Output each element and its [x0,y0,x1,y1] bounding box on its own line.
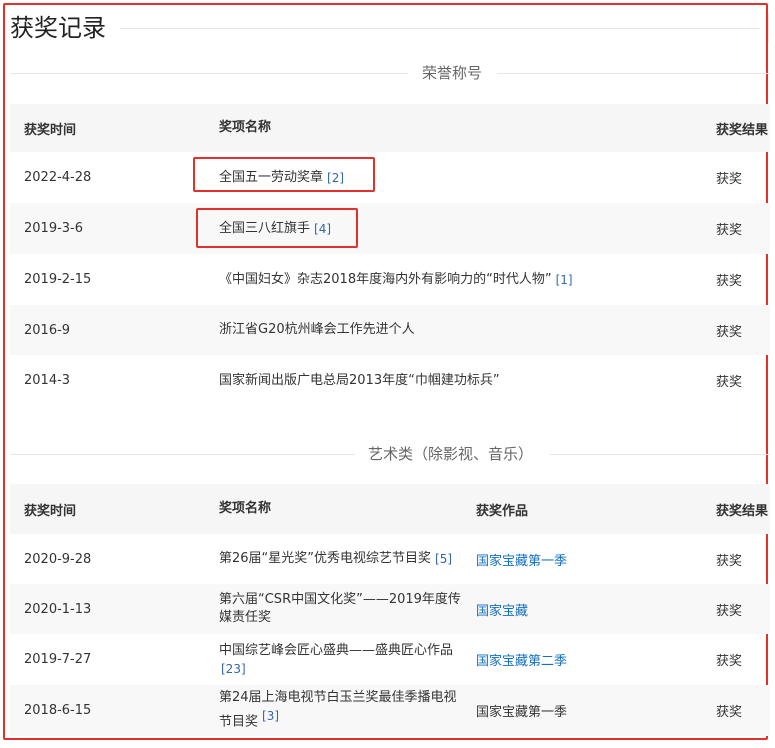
row-date: 2020-1-13 [24,601,92,617]
section-heading-arts: 艺术类（除影视、音乐） [10,443,770,465]
work-link[interactable]: 国家宝藏第一季 [476,534,696,584]
citation-link[interactable]: [4] [314,220,331,238]
row-name: 第24届上海电视节白玉兰奖最佳季播电视节目奖 [3] [219,690,457,730]
row-date: 2019-7-27 [24,652,92,667]
table-row: 2022-4-28 全国五一劳动奖章 [2] 获奖 [10,152,770,203]
row-result: 获奖 [716,603,743,619]
column-header-name: 奖项名称 [219,120,272,135]
citation-link[interactable]: [3] [262,709,279,723]
page-title: 获奖记录 [10,14,106,42]
title-bar: 获奖记录 [10,10,770,50]
section-heading-label: 荣誉称号 [422,64,483,82]
work-link[interactable]: 国家宝藏 [476,584,696,634]
section-heading-honors: 荣誉称号 [10,62,770,84]
row-name: 第六届“CSR中国文化奖”——2019年度传媒责任奖 [219,592,461,625]
column-header-name: 奖项名称 [219,501,272,516]
row-date: 2019-2-15 [24,272,92,287]
table-row: 2018-6-15 第24届上海电视节白玉兰奖最佳季播电视节目奖 [3] 国家宝藏… [10,685,770,736]
work-text: 国家宝藏第一季 [476,705,568,720]
row-date: 2019-3-6 [24,221,84,236]
column-header-date: 获奖时间 [24,503,77,519]
column-header-date: 获奖时间 [24,122,77,138]
row-result: 获奖 [716,223,743,238]
row-name: 第26届“星光奖”优秀电视综艺节目奖 [5] [219,550,453,568]
title-divider [120,28,760,29]
row-result: 获奖 [716,274,743,289]
work-link[interactable]: 国家宝藏第二季 [476,634,696,685]
row-date: 2022-4-28 [24,170,92,185]
table-row: 2019-7-27 中国综艺峰会匠心盛典——盛典匠心作品 [23] 国家宝藏第二季… [10,634,770,685]
table-header: 获奖时间 奖项名称 获奖作品 获奖结果 [10,484,770,534]
citation-link[interactable]: [23] [221,662,246,676]
table-row: 2019-3-6 全国三八红旗手 [4] 获奖 [10,203,770,254]
citation-link[interactable]: [2] [327,169,344,187]
citation-link[interactable]: [5] [435,550,452,568]
row-result: 获奖 [716,705,743,720]
row-name: 全国三八红旗手 [4] [219,220,332,238]
table-row: 2014-3 国家新闻出版广电总局2013年度“巾帼建功标兵” 获奖 [10,355,770,406]
row-date: 2018-6-15 [24,703,92,718]
table-header: 获奖时间 奖项名称 获奖结果 [10,104,770,152]
row-name: 《中国妇女》杂志2018年度海内外有影响力的“时代人物” [1] [219,271,573,289]
row-name: 全国五一劳动奖章 [2] [219,169,345,187]
row-name: 浙江省G20杭州峰会工作先进个人 [219,322,415,337]
row-result: 获奖 [716,553,743,569]
table-row: 2020-1-13 第六届“CSR中国文化奖”——2019年度传媒责任奖 国家宝… [10,584,770,634]
citation-link[interactable]: [1] [556,271,573,289]
title-divider-end [768,14,769,42]
row-name: 国家新闻出版广电总局2013年度“巾帼建功标兵” [219,372,500,388]
row-result: 获奖 [716,375,743,390]
table-row: 2020-9-28 第26届“星光奖”优秀电视综艺节目奖 [5] 国家宝藏第一季 … [10,534,770,584]
row-result: 获奖 [716,654,743,669]
row-result: 获奖 [716,172,743,187]
table-row: 2016-9 浙江省G20杭州峰会工作先进个人 获奖 [10,305,770,355]
row-result: 获奖 [716,324,743,340]
row-date: 2014-3 [24,373,71,388]
section-heading-label: 艺术类（除影视、音乐） [368,445,534,463]
row-date: 2020-9-28 [24,551,92,567]
row-date: 2016-9 [24,322,71,338]
column-header-result: 获奖结果 [716,122,769,138]
table-row: 2019-2-15 《中国妇女》杂志2018年度海内外有影响力的“时代人物” [1… [10,254,770,305]
column-header-work: 获奖作品 [476,503,529,519]
column-header-result: 获奖结果 [716,503,769,519]
